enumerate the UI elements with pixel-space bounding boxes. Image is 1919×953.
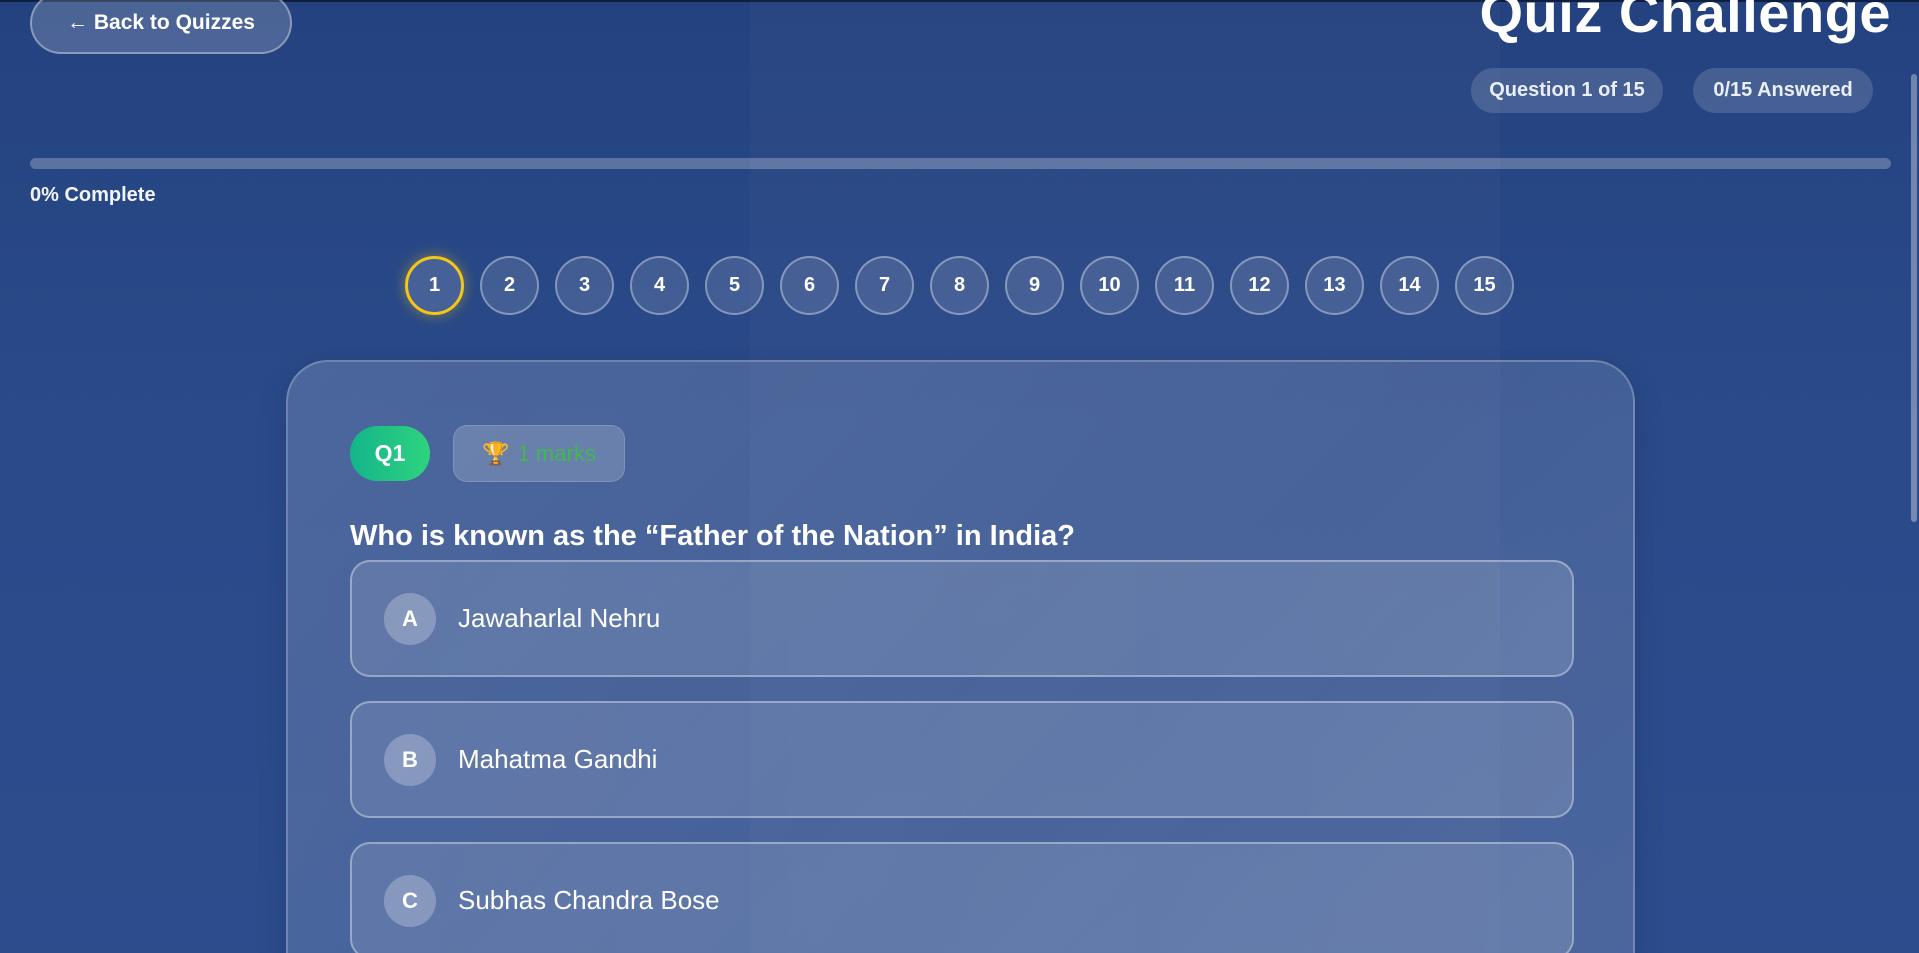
question-nav-button[interactable]: 14 — [1380, 256, 1439, 315]
question-nav-button[interactable]: 6 — [780, 256, 839, 315]
option-text: Mahatma Gandhi — [458, 744, 658, 774]
question-nav-button[interactable]: 5 — [705, 256, 764, 315]
option-text: Subhas Chandra Bose — [458, 885, 720, 915]
question-nav-button[interactable]: 3 — [555, 256, 614, 315]
question-card: Q1 🏆 1 marks Who is known as the “Father… — [286, 360, 1635, 953]
question-nav-button[interactable]: 15 — [1455, 256, 1514, 315]
question-nav-button[interactable]: 4 — [630, 256, 689, 315]
option-c[interactable]: C Subhas Chandra Bose — [350, 842, 1574, 953]
question-nav-button[interactable]: 8 — [930, 256, 989, 315]
page-title: Quiz Challenge — [1479, 0, 1891, 44]
trophy-icon: 🏆 — [482, 440, 510, 466]
option-a[interactable]: A Jawaharlal Nehru — [350, 560, 1574, 677]
question-counter-pill: Question 1 of 15 — [1471, 68, 1663, 113]
question-nav-button[interactable]: 1 — [405, 256, 464, 315]
question-nav-button[interactable]: 12 — [1230, 256, 1289, 315]
scrollbar-thumb[interactable] — [1911, 74, 1917, 522]
question-nav-button[interactable]: 9 — [1005, 256, 1064, 315]
question-nav-button[interactable]: 2 — [480, 256, 539, 315]
progress-label: 0% Complete — [30, 184, 156, 206]
option-letter-badge: B — [384, 733, 436, 786]
option-text: Jawaharlal Nehru — [458, 603, 661, 633]
question-nav-button[interactable]: 11 — [1155, 256, 1214, 315]
question-navigator: 1 2 3 4 5 6 7 8 9 10 11 12 13 14 15 — [405, 256, 1514, 315]
question-number-badge: Q1 — [350, 426, 430, 481]
marks-label: 1 marks — [517, 440, 596, 466]
back-to-quizzes-button[interactable]: ← Back to Quizzes — [30, 0, 292, 54]
progress-bar — [30, 158, 1891, 169]
option-b[interactable]: B Mahatma Gandhi — [350, 701, 1574, 818]
option-letter-badge: A — [384, 592, 436, 645]
question-text: Who is known as the “Father of the Natio… — [350, 520, 1076, 552]
question-nav-button[interactable]: 7 — [855, 256, 914, 315]
answered-counter-pill: 0/15 Answered — [1693, 68, 1873, 113]
question-nav-button[interactable]: 10 — [1080, 256, 1139, 315]
question-nav-button[interactable]: 13 — [1305, 256, 1364, 315]
option-letter-badge: C — [384, 874, 436, 927]
marks-badge: 🏆 1 marks — [453, 425, 625, 482]
